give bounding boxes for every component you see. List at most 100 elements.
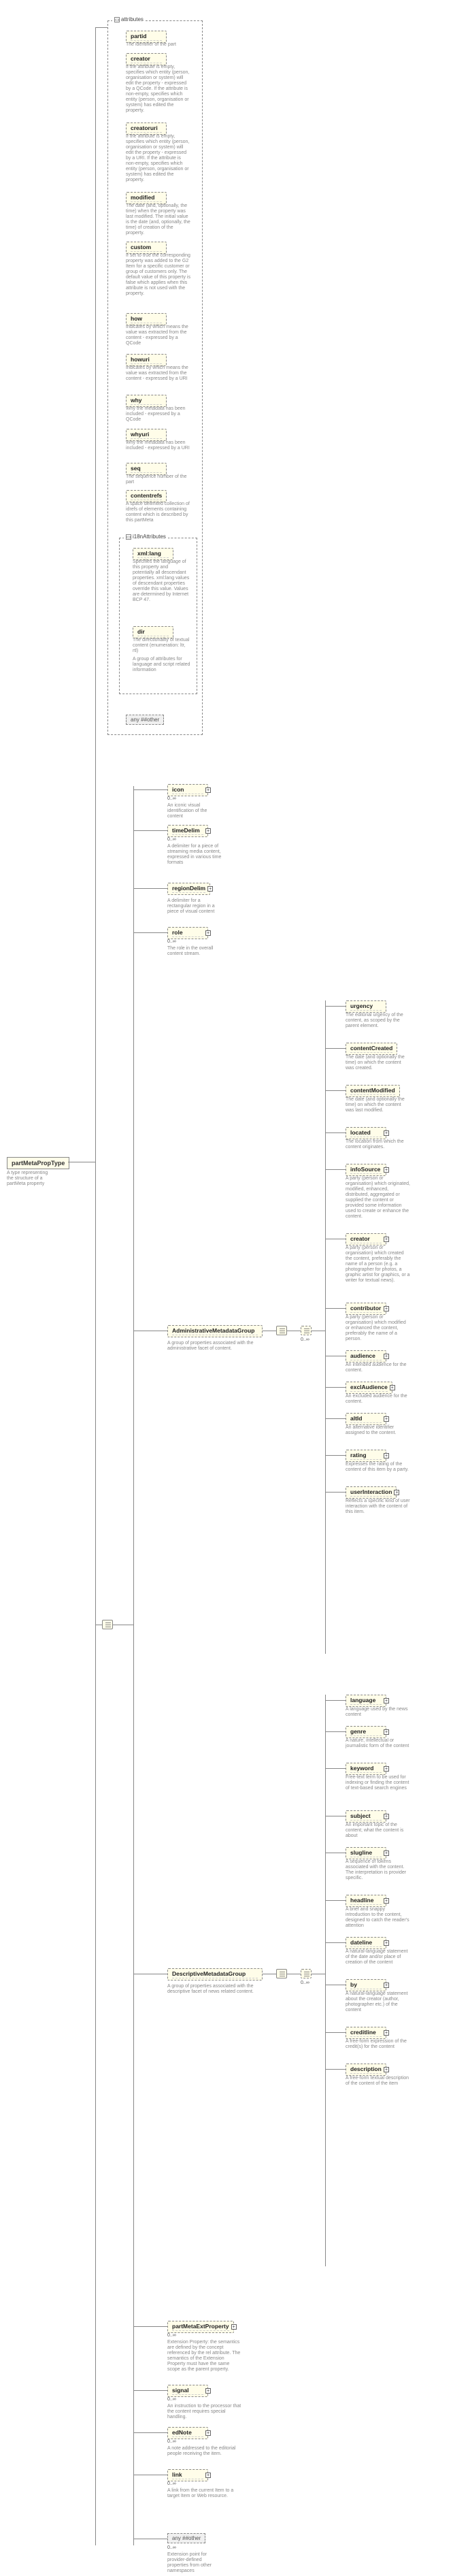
connector bbox=[325, 1700, 346, 1701]
element-description: description+ bbox=[346, 2064, 386, 2076]
occur: 0..∞ bbox=[167, 796, 176, 801]
element-desc: A natural-language statement about the c… bbox=[346, 1991, 410, 2013]
expand-icon[interactable]: + bbox=[205, 828, 211, 834]
connector bbox=[325, 1048, 346, 1049]
element-genre: genre+ bbox=[346, 1726, 386, 1738]
element-headline: headline+ bbox=[346, 1895, 386, 1907]
connector bbox=[325, 2069, 346, 2070]
connector bbox=[325, 1000, 326, 1654]
element-ednote: edNote+ bbox=[167, 2427, 208, 2439]
connector bbox=[133, 2390, 167, 2391]
element-infosource: infoSource+ bbox=[346, 1164, 386, 1176]
expand-icon[interactable]: + bbox=[384, 1453, 389, 1458]
element-desc: An important topic of the content; what … bbox=[346, 1823, 410, 1839]
element-desc: A free-form textual description of the c… bbox=[346, 2076, 410, 2087]
expand-icon[interactable]: + bbox=[384, 1698, 389, 1703]
element-desc: The date (and optionally the time) on wh… bbox=[346, 1097, 410, 1113]
connector bbox=[95, 27, 96, 2545]
element-desc: Expresses the rating of the content of t… bbox=[346, 1462, 410, 1473]
element-icon: icon+ bbox=[167, 784, 208, 796]
element-creditline: creditline+ bbox=[346, 2027, 386, 2039]
expand-icon[interactable]: + bbox=[384, 1940, 389, 1946]
element-audience: audience+ bbox=[346, 1350, 386, 1363]
expand-icon[interactable]: + bbox=[205, 930, 211, 936]
element-keyword: keyword+ bbox=[346, 1763, 386, 1775]
expand-icon[interactable]: + bbox=[384, 2067, 389, 2072]
element-role-desc: The role in the overall content stream. bbox=[167, 946, 222, 957]
group-title: ▭i18nAttributes bbox=[124, 534, 168, 540]
expand-icon[interactable]: + bbox=[384, 1306, 389, 1311]
element-altid: altId+ bbox=[346, 1413, 386, 1425]
attr-creator: creator bbox=[126, 53, 167, 65]
connector bbox=[325, 1169, 346, 1170]
connector bbox=[325, 1132, 346, 1133]
expand-icon[interactable]: + bbox=[207, 886, 213, 892]
element-desc: A sequence of tokens associated with the… bbox=[346, 1859, 410, 1881]
connector bbox=[133, 2326, 167, 2327]
expand-icon[interactable]: + bbox=[384, 1167, 389, 1173]
desc-group-desc: A group of properties associated with th… bbox=[167, 1984, 256, 1995]
connector bbox=[133, 789, 167, 790]
element-desc: Extension Property: the semantics are de… bbox=[167, 2340, 242, 2373]
occur: 0..∞ bbox=[167, 939, 176, 944]
expand-icon[interactable]: + bbox=[384, 1237, 389, 1242]
element-exclaudience: exclAudience+ bbox=[346, 1382, 392, 1394]
expand-icon[interactable]: + bbox=[231, 2324, 237, 2330]
element-desc: Reflects a specific kind of user interac… bbox=[346, 1499, 410, 1515]
expand-icon[interactable]: + bbox=[384, 1898, 389, 1904]
expand-icon[interactable]: + bbox=[384, 1814, 389, 1819]
expand-icon[interactable]: + bbox=[394, 1490, 399, 1495]
attr-custom-desc: If set to true the corresponding propert… bbox=[126, 253, 190, 297]
element-desc: A language used by the news content bbox=[346, 1707, 410, 1718]
attr-why: why bbox=[126, 395, 167, 407]
element-role: role+ bbox=[167, 927, 208, 939]
element-dateline: dateline+ bbox=[346, 1937, 386, 1949]
attr-why-desc: Why the metadata has been included - exp… bbox=[126, 406, 190, 423]
any-other-desc: Extension point for provider-defined pro… bbox=[167, 2552, 222, 2574]
connector bbox=[325, 1090, 346, 1091]
element-desc: Free-text term to be used for indexing o… bbox=[346, 1775, 410, 1791]
attribute-group-icon: ▭ bbox=[114, 17, 120, 22]
expand-icon[interactable]: + bbox=[384, 1983, 389, 1988]
element-urgency: urgency bbox=[346, 1000, 386, 1013]
expand-icon[interactable]: + bbox=[205, 2473, 211, 2478]
attr-how: how bbox=[126, 313, 167, 325]
connector bbox=[325, 1387, 346, 1388]
expand-icon[interactable]: + bbox=[384, 2030, 389, 2036]
expand-icon[interactable]: + bbox=[390, 1385, 395, 1390]
expand-icon[interactable]: + bbox=[384, 1130, 389, 1136]
expand-icon[interactable]: + bbox=[384, 1416, 389, 1422]
attr-whyuri: whyuri bbox=[126, 429, 167, 441]
expand-icon[interactable]: + bbox=[205, 2430, 211, 2436]
expand-icon[interactable]: + bbox=[384, 1354, 389, 1359]
expand-icon[interactable]: + bbox=[384, 1851, 389, 1856]
connector bbox=[325, 1455, 346, 1456]
occur: 0..∞ bbox=[167, 2545, 176, 2550]
attr-creatoruri: creatoruri bbox=[126, 123, 167, 135]
expand-icon[interactable]: + bbox=[205, 787, 211, 793]
attr-modified: modified bbox=[126, 192, 167, 204]
expand-icon[interactable]: + bbox=[384, 1766, 389, 1772]
element-contentmodified: contentModified bbox=[346, 1085, 400, 1097]
connector bbox=[325, 1942, 346, 1943]
element-desc: An instruction to the processor that the… bbox=[167, 2404, 242, 2420]
element-located: located+ bbox=[346, 1127, 386, 1139]
element-desc: An excluded audience for the content. bbox=[346, 1394, 410, 1405]
element-partmetaextproperty: partMetaExtProperty+ bbox=[167, 2321, 234, 2333]
element-language: language+ bbox=[346, 1695, 386, 1707]
descriptive-metadata-group: DescriptiveMetadataGroup bbox=[167, 1968, 263, 1980]
element-desc: A party (person or organisation) which o… bbox=[346, 1176, 410, 1220]
element-by: by+ bbox=[346, 1979, 386, 1991]
expand-icon[interactable]: + bbox=[205, 2388, 211, 2394]
attr-contentrefs-desc: A space delimited collection of idrefs o… bbox=[126, 502, 190, 523]
attr-xmllang: xml:lang bbox=[133, 548, 173, 560]
connector bbox=[325, 1768, 346, 1769]
root-type-desc: A type representing the structure of a p… bbox=[7, 1171, 54, 1187]
connector bbox=[133, 932, 167, 933]
attr-whyuri-desc: Why the metadata has been included - exp… bbox=[126, 440, 190, 451]
any-other-attr: any ##other bbox=[126, 715, 164, 725]
connector bbox=[325, 1006, 346, 1007]
occur: 0..∞ bbox=[167, 2439, 176, 2444]
connector bbox=[325, 1492, 346, 1493]
expand-icon[interactable]: + bbox=[384, 1729, 389, 1735]
